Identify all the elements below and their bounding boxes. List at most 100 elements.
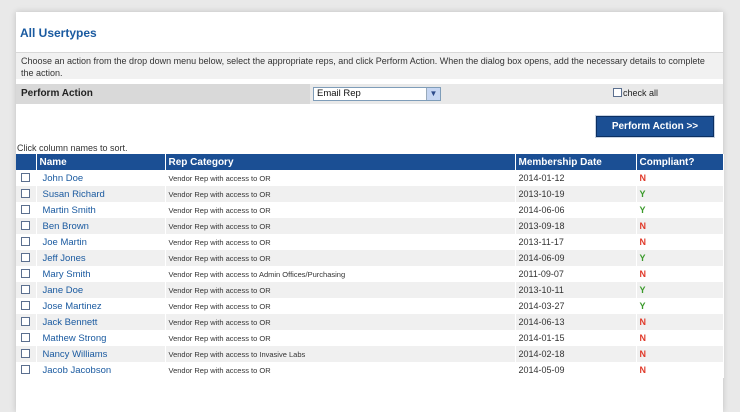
membership-date: 2014-06-09 [515,250,637,266]
table-row: Mathew Strong Vendor Rep with access to O… [16,330,724,346]
sort-hint: Click column names to sort. [17,143,128,153]
checkbox-icon[interactable] [21,348,31,358]
column-header-compliant[interactable]: Compliant? [636,154,724,170]
row-checkbox-cell [16,314,37,330]
rep-category: Vendor Rep with access to OR [165,218,516,234]
rep-category: Vendor Rep with access to Admin Offices/… [165,266,516,282]
compliant-status: N [636,218,724,234]
rep-name-link[interactable]: Mathew Strong [36,330,166,346]
column-header-membership-date[interactable]: Membership Date [515,154,637,170]
membership-date: 2014-05-09 [515,362,637,378]
compliant-status: N [636,266,724,282]
compliant-status: N [636,330,724,346]
check-all[interactable]: check all [613,88,658,99]
column-header-name[interactable]: Name [36,154,166,170]
rep-category: Vendor Rep with access to OR [165,314,516,330]
rep-name-link[interactable]: Ben Brown [36,218,166,234]
chevron-down-icon[interactable]: ▼ [426,88,440,100]
rep-category: Vendor Rep with access to OR [165,330,516,346]
usertypes-panel: All Usertypes Choose an action from the … [16,12,724,412]
checkbox-icon[interactable] [21,284,31,294]
membership-date: 2013-11-17 [515,234,637,250]
compliant-status: N [636,314,724,330]
select-column-header [16,154,37,170]
rep-name-link[interactable]: Martin Smith [36,202,166,218]
rep-name-link[interactable]: Jacob Jacobson [36,362,166,378]
table-row: Martin Smith Vendor Rep with access to OR… [16,202,724,218]
row-checkbox-cell [16,330,37,346]
checkbox-icon[interactable] [21,268,31,278]
rep-name-link[interactable]: John Doe [36,170,166,186]
row-checkbox-cell [16,282,37,298]
column-header-rep-category[interactable]: Rep Category [165,154,516,170]
membership-date: 2013-10-19 [515,186,637,202]
checkbox-icon[interactable] [21,204,31,214]
checkbox-icon[interactable] [21,364,31,374]
rep-name-link[interactable]: Jack Bennett [36,314,166,330]
compliant-status: Y [636,186,724,202]
rep-category: Vendor Rep with access to OR [165,362,516,378]
table-row: Jose Martinez Vendor Rep with access to O… [16,298,724,314]
rep-category: Vendor Rep with access to OR [165,234,516,250]
checkbox-icon[interactable] [21,220,31,230]
rep-name-link[interactable]: Jose Martinez [36,298,166,314]
instructions-text: Choose an action from the drop down menu… [21,56,705,78]
rep-name-link[interactable]: Joe Martin [36,234,166,250]
rep-name-link[interactable]: Mary Smith [36,266,166,282]
rep-name-link[interactable]: Susan Richard [36,186,166,202]
compliant-status: Y [636,202,724,218]
table-header-row: Name Rep Category Membership Date Compli… [16,154,724,170]
compliant-status: N [636,362,724,378]
compliant-status: N [636,234,724,250]
table-row: Ben Brown Vendor Rep with access to OR 201… [16,218,724,234]
membership-date: 2014-01-15 [515,330,637,346]
row-checkbox-cell [16,170,37,186]
membership-date: 2013-10-11 [515,282,637,298]
row-checkbox-cell [16,362,37,378]
compliant-status: N [636,346,724,362]
rep-name-link[interactable]: Nancy Williams [36,346,166,362]
rep-name-link[interactable]: Jeff Jones [36,250,166,266]
rep-category: Vendor Rep with access to OR [165,202,516,218]
rep-category: Vendor Rep with access to Invasive Labs [165,346,516,362]
checkbox-icon[interactable] [21,188,31,198]
action-select-value: Email Rep [317,88,361,99]
row-checkbox-cell [16,250,37,266]
check-all-checkbox[interactable] [613,88,622,97]
checkbox-icon[interactable] [21,316,31,326]
table-row: Joe Martin Vendor Rep with access to OR 20… [16,234,724,250]
checkbox-icon[interactable] [21,236,31,246]
row-checkbox-cell [16,218,37,234]
rep-name-link[interactable]: Jane Doe [36,282,166,298]
page-title: All Usertypes [20,26,97,40]
rep-category: Vendor Rep with access to OR [165,250,516,266]
reps-table: Name Rep Category Membership Date Compli… [16,154,724,378]
perform-action-button[interactable]: Perform Action >> [596,116,714,137]
membership-date: 2014-06-06 [515,202,637,218]
table-row: Susan Richard Vendor Rep with access to O… [16,186,724,202]
row-checkbox-cell [16,346,37,362]
checkbox-icon[interactable] [21,300,31,310]
membership-date: 2014-02-18 [515,346,637,362]
row-checkbox-cell [16,186,37,202]
table-row: Mary Smith Vendor Rep with access to Admi… [16,266,724,282]
action-select[interactable]: Email Rep ▼ [313,87,441,101]
rep-category: Vendor Rep with access to OR [165,298,516,314]
row-checkbox-cell [16,298,37,314]
table-row: John Doe Vendor Rep with access to OR 2014… [16,170,724,186]
compliant-status: Y [636,298,724,314]
table-row: Jeff Jones Vendor Rep with access to OR 20… [16,250,724,266]
row-checkbox-cell [16,266,37,282]
checkbox-icon[interactable] [21,252,31,262]
perform-action-label: Perform Action [16,84,310,104]
membership-date: 2014-01-12 [515,170,637,186]
compliant-status: N [636,170,724,186]
rep-category: Vendor Rep with access to OR [165,186,516,202]
compliant-status: Y [636,250,724,266]
membership-date: 2011-09-07 [515,266,637,282]
rep-category: Vendor Rep with access to OR [165,170,516,186]
row-checkbox-cell [16,234,37,250]
membership-date: 2013-09-18 [515,218,637,234]
checkbox-icon[interactable] [21,172,31,182]
checkbox-icon[interactable] [21,332,31,342]
